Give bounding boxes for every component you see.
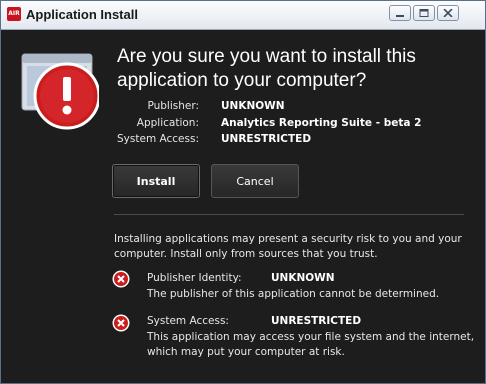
risk-system-access-description: This application may access your file sy… (147, 331, 475, 358)
monitor-with-warning-icon (21, 53, 99, 130)
security-warning-text: Installing applications may present a se… (114, 233, 462, 260)
publisher-value: UNKNOWN (221, 100, 285, 112)
publisher-identity-value: UNKNOWN (271, 272, 335, 284)
publisher-identity-label: Publisher Identity: (147, 272, 242, 284)
close-icon (443, 9, 453, 17)
system-access-value: UNRESTRICTED (221, 133, 312, 145)
publisher-identity-description: The publisher of this application cannot… (147, 288, 440, 300)
section-divider (114, 214, 464, 215)
publisher-label: Publisher: (147, 100, 199, 112)
air-app-icon: AIR (7, 7, 21, 21)
maximize-icon (419, 9, 429, 17)
dialog-content: Are you sure you want to install this ap… (1, 30, 485, 383)
application-value: Analytics Reporting Suite - beta 2 (221, 117, 422, 129)
application-label: Application: (136, 117, 199, 129)
close-button[interactable] (437, 5, 459, 21)
cancel-button[interactable]: Cancel (211, 164, 299, 198)
red-x-circle-icon (112, 270, 130, 288)
title-bar[interactable]: AIR Application Install (1, 1, 485, 30)
red-x-circle-icon (112, 314, 130, 332)
risk-system-access-value: UNRESTRICTED (271, 315, 362, 327)
dialog-heading: Are you sure you want to install this ap… (117, 46, 416, 91)
window-title: Application Install (26, 7, 138, 22)
minimize-button[interactable] (389, 5, 411, 21)
install-button[interactable]: Install (112, 164, 200, 198)
risk-system-access-label: System Access: (147, 315, 229, 327)
maximize-button[interactable] (413, 5, 435, 21)
install-dialog-window: AIR Application Install Are you sure you… (0, 0, 486, 384)
system-access-label: System Access: (117, 133, 199, 145)
minimize-icon (396, 15, 404, 17)
